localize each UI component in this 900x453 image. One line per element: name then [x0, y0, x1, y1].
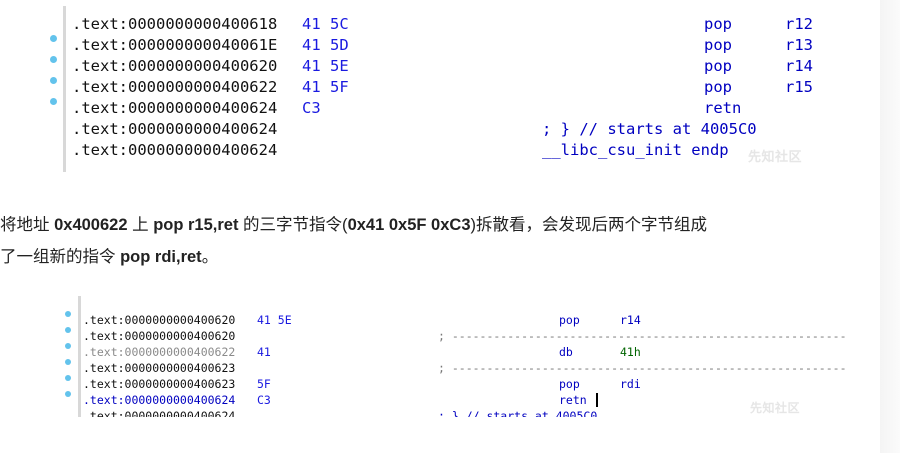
asm-mnemonic: pop — [704, 78, 732, 96]
asm-bytes: 41 5F — [302, 78, 349, 96]
text-run: 的三字节指令( — [238, 216, 348, 234]
paragraph-line-1: 将地址 0x400622 上 pop r15,ret 的三字节指令(0x41 0… — [0, 209, 875, 241]
asm-comment: __libc_csu_init endp — [542, 141, 729, 159]
instruction-highlight: pop r15,ret — [153, 216, 239, 234]
asm-bytes: C3 — [302, 99, 321, 117]
asm-row[interactable]: .text:0000000000400624 C3 retn — [58, 392, 587, 408]
text-run: 了一组新的指令 — [0, 248, 121, 266]
text-run: 将地址 — [0, 216, 55, 234]
asm-bytes: 41 5D — [302, 36, 349, 54]
asm-operand: r15 — [785, 78, 813, 96]
asm-row[interactable]: .text:0000000000400623 ; ---------------… — [58, 360, 848, 376]
site-watermark: 先知社区 — [748, 149, 803, 164]
asm-bytes: 41 5E — [257, 313, 292, 327]
asm-mnemonic: pop — [704, 15, 732, 33]
disassembly-listing-top: .text:0000000000400618 41 5C pop r12 .te… — [40, 6, 850, 172]
asm-address: .text:0000000000400618 — [72, 15, 278, 33]
asm-address: .text:0000000000400620 — [72, 57, 278, 75]
asm-bytes: C3 — [257, 393, 271, 407]
text-run: 上 — [127, 216, 154, 234]
disassembly-listing-bottom: .text:0000000000400620 41 5E pop r14 .te… — [58, 296, 848, 417]
text-run: )拆散看，会发现后两个字节组成 — [470, 216, 708, 234]
asm-address: .text:0000000000400623 — [83, 377, 236, 391]
asm-comment: ; } // starts at 4005C0 — [542, 120, 757, 138]
asm-bytes: 5F — [257, 377, 271, 391]
asm-row[interactable]: .text:0000000000400620 41 5E pop r14 — [58, 312, 641, 328]
asm-operand: r14 — [620, 313, 641, 327]
asm-mnemonic: pop — [559, 313, 580, 327]
asm-separator: ; --------------------------------------… — [438, 329, 848, 343]
asm-operand: rdi — [620, 377, 641, 391]
asm-bytes: 41 — [257, 345, 271, 359]
asm-row[interactable]: .text:0000000000400620 41 5E pop r14 — [40, 56, 813, 77]
asm-address: .text:0000000000400624 — [72, 120, 278, 138]
asm-operand: 41h — [620, 345, 641, 359]
address-highlight: 0x400622 — [54, 216, 128, 234]
asm-row[interactable]: .text:0000000000400624 __libc_csu_init e… — [40, 140, 729, 161]
paragraph-line-2: 了一组新的指令 pop rdi,ret。 — [0, 241, 875, 273]
page-scroll-area — [880, 0, 900, 453]
asm-bytes: 41 5E — [302, 57, 349, 75]
asm-operand: r12 — [785, 15, 813, 33]
asm-address: .text:0000000000400624 — [72, 99, 278, 117]
asm-mnemonic: pop — [704, 57, 732, 75]
asm-mnemonic: retn — [704, 99, 742, 117]
article-paragraph: 将地址 0x400622 上 pop r15,ret 的三字节指令(0x41 0… — [0, 209, 875, 273]
asm-row[interactable]: .text:0000000000400622 41 db 41h — [58, 344, 641, 360]
asm-address: .text:0000000000400620 — [83, 313, 236, 327]
instruction-highlight: pop rdi,ret — [120, 248, 202, 266]
asm-operand: r13 — [785, 36, 813, 54]
asm-address: .text:0000000000400622 — [83, 345, 236, 359]
asm-bytes: 41 5C — [302, 15, 349, 33]
asm-row[interactable]: .text:0000000000400624 C3 retn — [40, 98, 741, 119]
asm-address: .text:000000000040061E — [72, 36, 278, 54]
asm-row[interactable]: .text:0000000000400618 41 5C pop r12 — [40, 14, 813, 35]
text-cursor — [596, 393, 598, 407]
asm-mnemonic: pop — [704, 36, 732, 54]
asm-separator: ; --------------------------------------… — [438, 361, 848, 375]
asm-mnemonic: retn — [559, 393, 587, 407]
site-watermark: 先知社区 — [750, 401, 801, 415]
asm-mnemonic: db — [559, 345, 573, 359]
asm-address: .text:0000000000400623 — [83, 361, 236, 375]
asm-address: .text:0000000000400620 — [83, 329, 236, 343]
asm-mnemonic: pop — [559, 377, 580, 391]
text-run: 。 — [201, 248, 219, 266]
bytes-highlight: 0x41 0x5F 0xC3 — [347, 216, 471, 234]
asm-address: .text:0000000000400624 — [83, 393, 236, 407]
asm-row[interactable]: .text:0000000000400622 41 5F pop r15 — [40, 77, 813, 98]
asm-row[interactable]: .text:0000000000400624 ; } // starts at … — [40, 119, 757, 140]
asm-row[interactable]: .text:0000000000400620 ; ---------------… — [58, 328, 848, 344]
asm-row[interactable]: .text:000000000040061E 41 5D pop r13 — [40, 35, 813, 56]
asm-address: .text:0000000000400622 — [72, 78, 278, 96]
asm-address: .text:0000000000400624 — [72, 141, 278, 159]
asm-row[interactable]: .text:0000000000400624 ; } // starts at … — [58, 408, 597, 417]
asm-operand: r14 — [785, 57, 813, 75]
asm-comment: ; } // starts at 4005C0 — [438, 409, 598, 417]
asm-address: .text:0000000000400624 — [83, 409, 236, 417]
asm-row[interactable]: .text:0000000000400623 5F pop rdi — [58, 376, 641, 392]
